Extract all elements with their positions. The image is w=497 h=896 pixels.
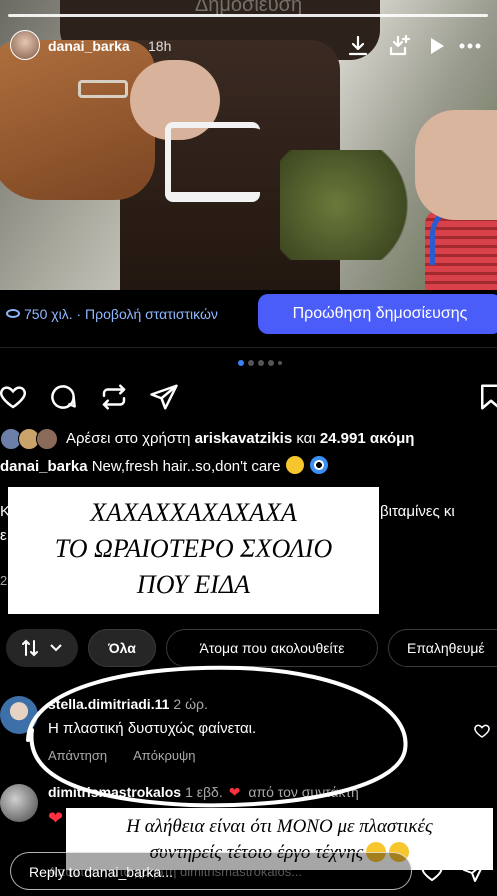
liker-avatars [0, 428, 62, 450]
story-header: Δημοσίευση danai_barka 18h [0, 0, 497, 70]
carousel-dot [268, 360, 274, 366]
comment-icon[interactable] [48, 382, 78, 412]
comment-time: 1 εβδ. [185, 784, 223, 800]
comment-time: 2 ώρ. [173, 696, 208, 712]
comment-filters: Όλα Άτομα που ακολουθείτε Επαληθευμέ [0, 629, 497, 667]
avatar[interactable] [0, 696, 38, 734]
sort-icon [22, 639, 38, 657]
post-caption: danai_barka New,fresh hair..so,don't car… [0, 456, 328, 475]
comment-user[interactable]: stella.dimitriadi.11 [48, 696, 169, 712]
avatar[interactable] [10, 30, 40, 60]
reply-input[interactable]: Reply to danai_barka... [10, 852, 412, 890]
story-time: 18h [148, 38, 172, 54]
divider [0, 347, 497, 348]
heart-icon[interactable] [0, 382, 28, 412]
liked-heart-icon: ❤ [228, 784, 241, 800]
bookmark-icon[interactable] [476, 382, 497, 412]
share-icon[interactable] [149, 382, 179, 412]
avatar [36, 428, 58, 450]
heart-icon[interactable] [420, 860, 444, 884]
likes-middle: και [292, 430, 320, 447]
save-to-collection-icon[interactable] [388, 34, 412, 58]
sticker-line: Η αλήθεια είναι ότι ΜΟΝΟ με πλαστικές [126, 816, 433, 837]
carousel-indicator [238, 360, 282, 366]
sticker-line: ΤΟ ΩΡΑΙΟΤΕΡΟ ΣΧΟΛΙΟ [54, 534, 333, 563]
reply-placeholder: Reply to danai_barka... [29, 864, 173, 880]
carousel-dot [278, 361, 282, 365]
reply-button[interactable]: Απάντηση [48, 748, 107, 763]
photo-sunglasses [165, 122, 260, 202]
download-icon[interactable] [346, 34, 370, 58]
carousel-dot-active [238, 360, 244, 366]
likes-text: Αρέσει στο χρήστη ariskavatzikis και 24.… [66, 430, 414, 447]
carousel-dot [248, 360, 254, 366]
post-actions [0, 382, 497, 414]
comment-text: Η πλαστική δυστυχώς φαίνεται. [48, 720, 257, 737]
chevron-down-icon [50, 644, 62, 652]
play-icon[interactable] [424, 34, 448, 58]
send-icon[interactable] [462, 860, 486, 884]
photo-hand-right [415, 110, 497, 220]
filter-verified[interactable]: Επαληθευμέ [388, 629, 497, 667]
likes-count[interactable]: 24.991 ακόμη [320, 430, 415, 447]
caption-fragment-left-3: 2 [0, 573, 8, 588]
text-sticker-top: ΧΑΧΑΧΧΑΧΑΧΑΧΑ ΤΟ ΩΡΑΙΟΤΕΡΟ ΣΧΟΛΙΟ ΠΟΥ ΕΙ… [8, 487, 379, 614]
photo-bag-clasp [78, 80, 128, 98]
carousel-dot [258, 360, 264, 366]
sort-button[interactable] [6, 629, 78, 667]
evil-eye-emoji-icon [309, 456, 328, 474]
heart-emoji-icon: ❤ [48, 808, 64, 828]
sticker-line: ΧΑΧΑΧΧΑΧΑΧΑΧΑ [90, 498, 297, 527]
comment-user[interactable]: dimitrismastrokalos [48, 784, 181, 800]
comment-actions: Απάντηση Απόκρυψη [48, 748, 221, 763]
repost-icon[interactable] [99, 382, 129, 412]
likes-user[interactable]: ariskavatzikis [195, 430, 293, 447]
story-progress-bar [8, 14, 488, 17]
filter-following[interactable]: Άτομα που ακολουθείτε [166, 629, 378, 667]
kiss-emoji-icon [285, 456, 304, 474]
avatar[interactable] [0, 784, 38, 822]
caption-username[interactable]: danai_barka [0, 458, 88, 475]
view-insights-link[interactable]: 750 χιλ. · Προβολή στατιστικών [6, 306, 218, 322]
caption-fragment-left-2: ε [0, 527, 7, 544]
eye-icon [6, 309, 20, 318]
boost-post-button[interactable]: Προώθηση δημοσίευσης [258, 294, 497, 334]
likes-prefix: Αρέσει στο χρήστη [66, 430, 195, 447]
views-text: 750 χιλ. · Προβολή στατιστικών [24, 306, 218, 322]
comment-item: stella.dimitriadi.11 2 ώρ. Η πλαστική δυσ… [0, 694, 497, 774]
photo-plants [280, 150, 420, 260]
caption-continued: βιταμίνες κι [380, 503, 455, 520]
more-options-icon[interactable] [458, 34, 482, 58]
comment-like-icon[interactable] [473, 722, 491, 740]
story-username[interactable]: danai_barka [48, 38, 130, 54]
comment-username[interactable]: stella.dimitriadi.11 2 ώρ. [48, 696, 208, 712]
hide-button[interactable]: Απόκρυψη [133, 748, 195, 763]
sticker-line: ΠΟΥ ΕΙΔΑ [136, 570, 251, 599]
caption-text: New,fresh hair..so,don't care [91, 458, 281, 475]
liked-by-author: από τον συντάκτη [248, 784, 359, 800]
filter-all[interactable]: Όλα [88, 629, 156, 667]
likes-summary[interactable]: Αρέσει στο χρήστη ariskavatzikis και 24.… [0, 428, 497, 452]
comment-username[interactable]: dimitrismastrokalos 1 εβδ. ❤ από τον συντά… [48, 784, 359, 801]
